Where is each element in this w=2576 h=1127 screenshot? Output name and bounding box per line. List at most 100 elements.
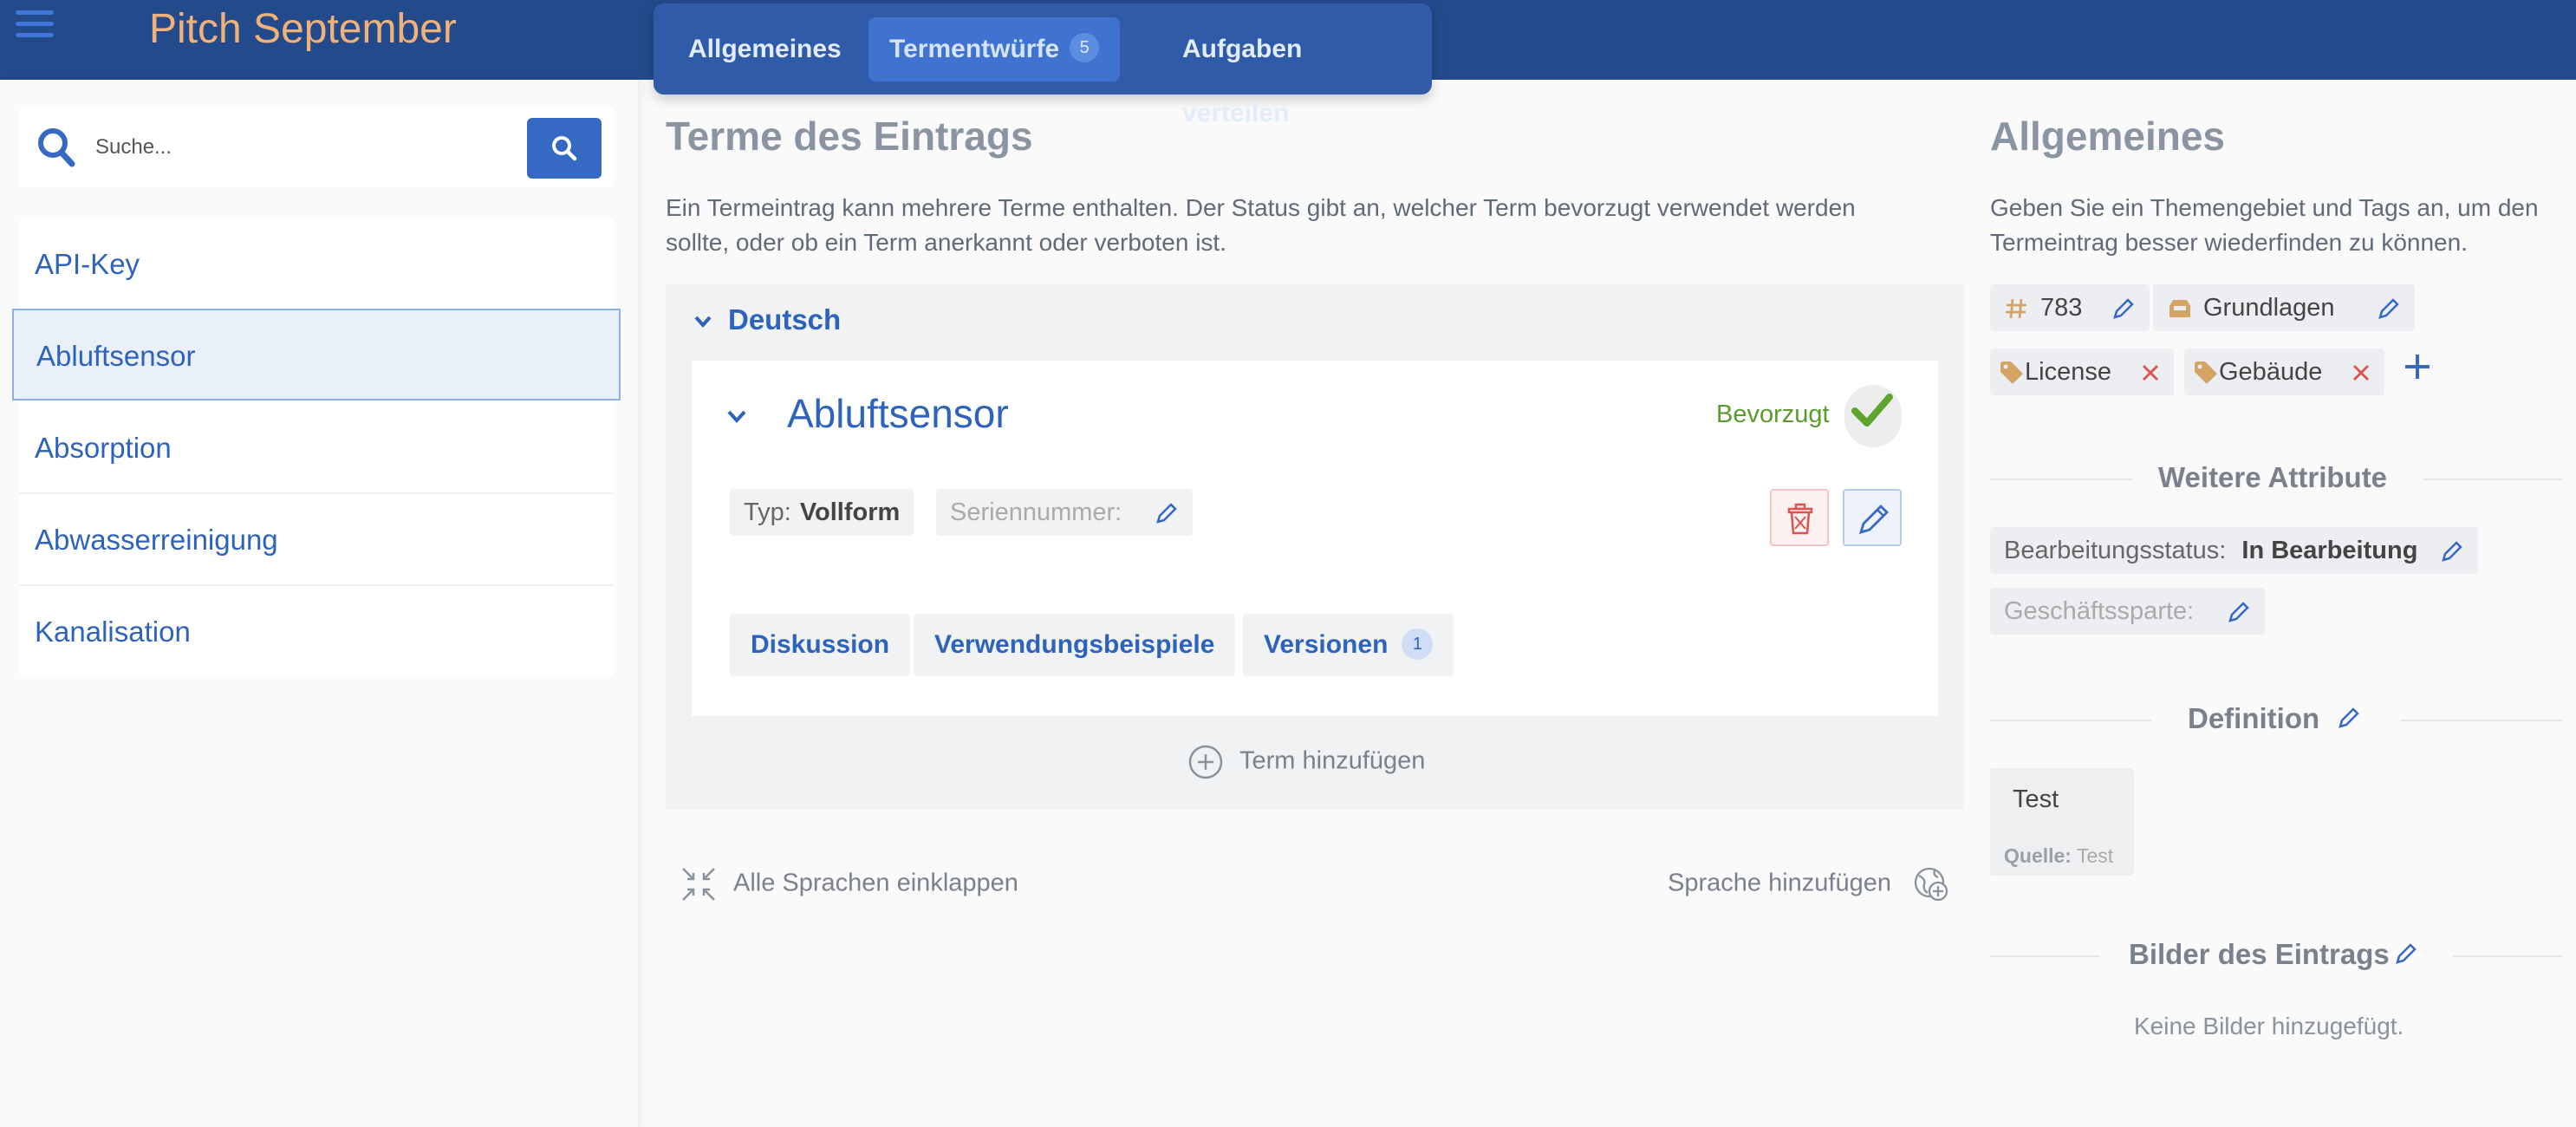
plus-circle-icon (1188, 745, 1223, 779)
definition-text: Test (2013, 785, 2059, 813)
inbox-icon (2169, 300, 2190, 318)
tab-allgemeines[interactable]: Allgemeines (667, 17, 862, 81)
pencil-icon[interactable] (2440, 539, 2464, 564)
term-card: Abluftsensor Bevorzugt Typ: Vollform Seri… (692, 361, 1938, 716)
subject-value: Grundlagen (2203, 294, 2335, 322)
status-toggle[interactable] (1844, 385, 1902, 447)
tab-label: Aufgaben verteilen (1182, 35, 1303, 127)
definition-box: Test Quelle: Test (1990, 768, 2134, 876)
type-label: Typ: (744, 498, 791, 526)
tab-aufgaben-verteilen[interactable]: Aufgaben verteilen (1161, 17, 1432, 127)
description-line: sollte, oder ob ein Term anerkannt oder … (666, 229, 1226, 256)
description-line: Geben Sie ein Themengebiet und Tags an, … (1990, 194, 2539, 221)
tag-label: License (2025, 358, 2111, 386)
collapse-all-languages[interactable]: Alle Sprachen einklappen (680, 865, 1018, 903)
list-item[interactable]: Abwasserreinigung (19, 494, 614, 586)
term-type: Typ: Vollform (730, 489, 914, 536)
divider (1990, 955, 2099, 957)
pencil-icon (1858, 505, 1889, 535)
divider (1990, 720, 2151, 721)
list-item[interactable]: Kanalisation (19, 586, 614, 678)
tab-termentwuerfe[interactable]: Termentwürfe 5 (868, 17, 1121, 81)
tab-diskussion[interactable]: Diskussion (730, 614, 911, 676)
source-label: Quelle: (2004, 844, 2072, 867)
search-icon (552, 136, 577, 161)
language-toggle[interactable]: Deutsch (693, 303, 841, 336)
tag-icon (2000, 362, 2023, 385)
definition-title: Definition (2188, 702, 2320, 734)
definition-source: Quelle: Test (2004, 844, 2113, 868)
pencil-icon[interactable] (2394, 941, 2418, 966)
tab-versionen[interactable]: Versionen 1 (1243, 614, 1454, 676)
list-item[interactable]: Absorption (19, 402, 614, 494)
divider (1990, 479, 2132, 480)
tab-verwendungsbeispiele[interactable]: Verwendungsbeispiele (914, 614, 1236, 676)
language-panel: Deutsch Abluftsensor Bevorzugt Typ: Vollf… (666, 284, 1964, 810)
pencil-icon[interactable] (2337, 706, 2361, 730)
edit-term-button[interactable] (1843, 489, 1902, 546)
add-term-button[interactable]: Term hinzufügen (1187, 744, 1425, 780)
main-tabs: Allgemeines Termentwürfe 5 Aufgaben verte… (654, 3, 1432, 127)
images-title: Bilder des Eintrags (2129, 938, 2390, 970)
collapse-icon (682, 868, 715, 901)
count-badge: 5 (1070, 33, 1100, 63)
add-language-label: Sprache hinzufügen (1668, 869, 1891, 897)
serial-label: Seriennummer: (950, 498, 1122, 526)
more-attributes-title: Weitere Attribute (2158, 461, 2388, 493)
language-label: Deutsch (728, 303, 842, 335)
general-title: Allgemeines (1990, 114, 2225, 159)
pencil-icon[interactable] (2227, 600, 2251, 624)
divider (2401, 720, 2562, 721)
terms-description: Ein Termeintrag kann mehrere Terme entha… (666, 191, 1966, 260)
no-images-note: Keine Bilder hinzugefügt. (2134, 1013, 2404, 1039)
close-icon[interactable] (2141, 363, 2160, 382)
terms-title: Terme des Eintrags (666, 114, 1033, 159)
search-input[interactable] (95, 125, 529, 170)
hash-icon (2006, 299, 2026, 319)
type-value: Vollform (799, 498, 901, 526)
pencil-icon[interactable] (2111, 296, 2136, 321)
description-line: Ein Termeintrag kann mehrere Terme entha… (666, 194, 1856, 221)
add-term-label: Term hinzufügen (1239, 746, 1426, 775)
serial-number-field: Seriennummer: (936, 489, 1194, 536)
tag-chip: License (1990, 349, 2175, 395)
tab-label: Termentwürfe (889, 35, 1060, 63)
check-icon (1851, 394, 1893, 427)
subject-chip: Grundlagen (2153, 284, 2415, 331)
close-icon[interactable] (2352, 363, 2371, 382)
pencil-icon[interactable] (2377, 296, 2401, 321)
edit-status-field: Bearbeitungsstatus: In Bearbeitung (1990, 527, 2479, 574)
list-item-selected[interactable]: Abluftsensor (12, 309, 621, 401)
count-badge: 1 (1402, 629, 1434, 661)
chevron-down-icon (727, 410, 746, 423)
tab-label: Allgemeines (688, 35, 842, 63)
edit-status-value: In Bearbeitung (2241, 537, 2418, 564)
search-button[interactable] (527, 118, 602, 179)
term-status: Bevorzugt (1716, 401, 1830, 428)
list-item[interactable]: API-Key (19, 218, 614, 310)
sidebar: API-Key Abluftsensor Absorption Abwasser… (0, 80, 640, 1127)
hamburger-menu-icon[interactable] (16, 10, 54, 45)
entry-id: 783 (2040, 294, 2083, 322)
divider (2423, 479, 2562, 480)
pencil-icon[interactable] (1155, 501, 1179, 525)
search-box (19, 107, 614, 187)
term-name: Abluftsensor (787, 391, 1009, 436)
business-label: Geschäftssparte: (2004, 597, 2195, 625)
trash-icon (1787, 503, 1813, 535)
tag-label: Gebäude (2219, 358, 2323, 386)
collapse-label: Alle Sprachen einklappen (733, 869, 1018, 897)
entry-id-chip: 783 (1990, 284, 2150, 331)
add-language-button[interactable]: Sprache hinzufügen (1668, 865, 1950, 903)
tab-label: Versionen (1264, 630, 1389, 659)
term-toggle[interactable]: Abluftsensor (726, 390, 1009, 437)
edit-status-label: Bearbeitungsstatus: (2004, 537, 2227, 564)
add-tag-plus-icon[interactable] (2403, 352, 2432, 381)
divider (2453, 955, 2562, 957)
chevron-down-icon (694, 316, 712, 329)
description-line: Termeintrag besser wiederfinden zu könne… (1990, 229, 2468, 256)
delete-term-button[interactable] (1770, 489, 1829, 546)
tag-icon (2195, 362, 2217, 385)
search-icon (38, 128, 75, 167)
globe-plus-icon (1914, 867, 1948, 902)
